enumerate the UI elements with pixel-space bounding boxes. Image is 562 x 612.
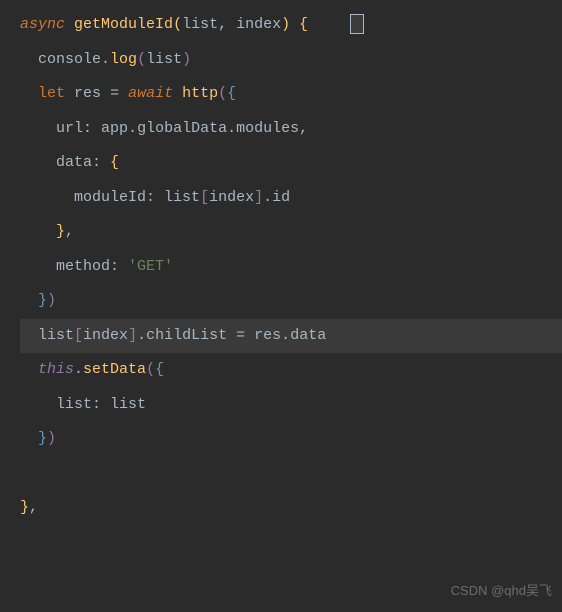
paren-close: ) — [47, 430, 56, 447]
colon: : — [83, 120, 101, 137]
colon: : — [146, 189, 164, 206]
property-key: moduleId — [74, 189, 146, 206]
keyword-this: this — [38, 361, 74, 378]
property: childList — [146, 327, 227, 344]
identifier: res — [254, 327, 281, 344]
param-list: list — [182, 16, 218, 33]
code-line: }) — [20, 284, 562, 319]
property: globalData — [137, 120, 227, 137]
code-editor[interactable]: async getModuleId(list, index) { console… — [0, 0, 562, 534]
code-line: moduleId: list[index].id — [20, 181, 562, 216]
paren-open: ( — [146, 361, 155, 378]
code-line: method: 'GET' — [20, 250, 562, 285]
code-line-highlighted: list[index].childList = res.data — [20, 319, 562, 354]
bracket-open: [ — [200, 189, 209, 206]
code-line: this.setData({ — [20, 353, 562, 388]
paren-close: ) — [47, 292, 56, 309]
method-call: setData — [83, 361, 146, 378]
identifier: app — [101, 120, 128, 137]
equals: = — [236, 327, 245, 344]
cursor-indicator — [350, 14, 364, 34]
dot: . — [263, 189, 272, 206]
identifier: list — [110, 396, 146, 413]
code-line: }, — [20, 215, 562, 250]
code-line: }, — [20, 491, 562, 526]
code-line: let res = await http({ — [20, 77, 562, 112]
dot: . — [101, 51, 110, 68]
comma: , — [65, 223, 74, 240]
identifier: index — [209, 189, 254, 206]
dot: . — [128, 120, 137, 137]
code-line: list: list — [20, 388, 562, 423]
brace-open: { — [155, 361, 164, 378]
colon: : — [92, 154, 110, 171]
param-index: index — [236, 16, 281, 33]
function-call: http — [182, 85, 218, 102]
string-literal: 'GET' — [128, 258, 173, 275]
equals: = — [110, 85, 119, 102]
property: id — [272, 189, 290, 206]
code-line: async getModuleId(list, index) { — [20, 8, 562, 43]
paren-close: ) — [281, 16, 290, 33]
code-line: console.log(list) — [20, 43, 562, 78]
brace-close: } — [20, 499, 29, 516]
property-key: url — [56, 120, 83, 137]
method-log: log — [110, 51, 137, 68]
property: data — [290, 327, 326, 344]
brace-open: { — [227, 85, 236, 102]
comma: , — [29, 499, 38, 516]
code-line: }) — [20, 422, 562, 457]
code-line: url: app.globalData.modules, — [20, 112, 562, 147]
dot: . — [227, 120, 236, 137]
paren-open: ( — [137, 51, 146, 68]
property-key: data — [56, 154, 92, 171]
dot: . — [74, 361, 83, 378]
brace-close: } — [38, 430, 47, 447]
colon: : — [110, 258, 128, 275]
property-key: method — [56, 258, 110, 275]
keyword-await: await — [128, 85, 173, 102]
comma: , — [218, 16, 236, 33]
identifier: list — [164, 189, 200, 206]
keyword-async: async — [20, 16, 65, 33]
comma: , — [299, 120, 308, 137]
bracket-close: ] — [254, 189, 263, 206]
watermark: CSDN @qhd吴飞 — [451, 576, 552, 606]
code-line: data: { — [20, 146, 562, 181]
code-line — [20, 457, 562, 492]
bracket-open: [ — [74, 327, 83, 344]
bracket-close: ] — [128, 327, 137, 344]
identifier: index — [83, 327, 128, 344]
identifier: res — [74, 85, 101, 102]
paren-close: ) — [182, 51, 191, 68]
dot: . — [137, 327, 146, 344]
paren-open: ( — [218, 85, 227, 102]
brace-close: } — [56, 223, 65, 240]
brace-open: { — [299, 16, 308, 33]
dot: . — [281, 327, 290, 344]
brace-open: { — [110, 154, 119, 171]
property-key: list — [56, 396, 92, 413]
paren-open: ( — [173, 16, 182, 33]
identifier: list — [146, 51, 182, 68]
function-name: getModuleId — [74, 16, 173, 33]
property: modules — [236, 120, 299, 137]
brace-close: } — [38, 292, 47, 309]
keyword-let: let — [38, 85, 65, 102]
identifier: list — [38, 327, 74, 344]
colon: : — [92, 396, 110, 413]
console-object: console — [38, 51, 101, 68]
